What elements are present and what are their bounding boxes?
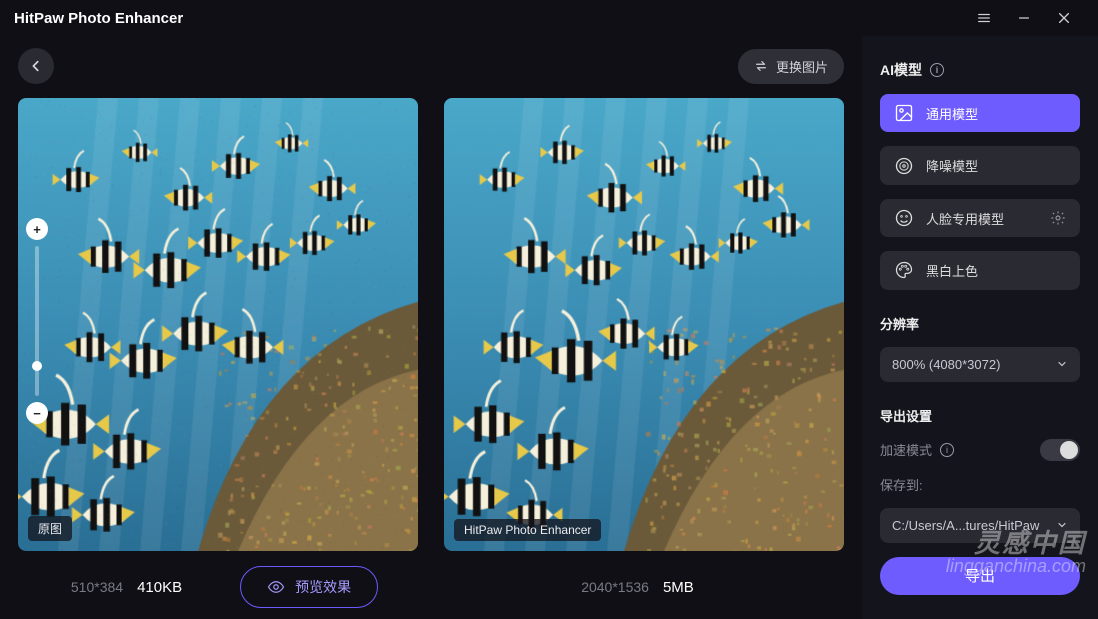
orig-size: 410KB [137,579,182,596]
model-colorize[interactable]: 黑白上色 [880,251,1080,289]
model-face[interactable]: 人脸专用模型 [880,199,1080,237]
save-to-label: 保存到: [880,475,923,494]
zoom-slider[interactable] [35,246,39,396]
resolution-label: 分辨率 [880,314,1080,333]
swap-image-label: 更换图片 [776,57,828,76]
model-denoise[interactable]: 降噪模型 [880,146,1080,184]
preview-button[interactable]: 预览效果 [240,566,378,608]
accel-label: 加速模式 [880,440,932,459]
model-label: 人脸专用模型 [926,209,1004,228]
export-button-label: 导出 [965,565,995,586]
original-label: 原图 [28,516,72,541]
app-title: HitPaw Photo Enhancer [14,10,183,27]
model-label: 黑白上色 [926,261,978,280]
model-general[interactable]: 通用模型 [880,94,1080,132]
chevron-down-icon [1056,358,1068,370]
accel-toggle[interactable] [1040,439,1080,461]
sidebar: AI模型 i 通用模型 降噪模型 人脸专用模型 黑白上色 分辨率 800% (4… [862,36,1098,619]
zoom-out-button[interactable]: − [26,402,48,424]
menu-icon[interactable] [964,4,1004,32]
save-path-dropdown[interactable]: C:/Users/A...tures/HitPaw [880,508,1080,543]
export-settings-label: 导出设置 [880,406,1080,425]
zoom-in-button[interactable]: + [26,218,48,240]
original-pane[interactable]: + − 原图 [18,98,418,551]
close-icon[interactable] [1044,4,1084,32]
back-button[interactable] [18,48,54,84]
zoom-thumb[interactable] [32,361,42,371]
model-label: 通用模型 [926,104,978,123]
info-icon[interactable]: i [940,443,954,457]
export-button[interactable]: 导出 [880,557,1080,595]
enhanced-pane[interactable]: HitPaw Photo Enhancer [444,98,844,551]
preview-label: 预览效果 [295,577,351,597]
save-path-value: C:/Users/A...tures/HitPaw [892,518,1039,533]
resolution-value: 800% (4080*3072) [892,357,1000,372]
swap-image-button[interactable]: 更换图片 [738,49,844,84]
footer: 510*384 410KB 预览效果 2040*1536 5MB [18,551,844,609]
resolution-dropdown[interactable]: 800% (4080*3072) [880,347,1080,382]
enh-dims: 2040*1536 [581,579,649,595]
chevron-down-icon [1056,519,1068,531]
zoom-control: + − [26,218,48,424]
model-label: 降噪模型 [926,156,978,175]
enh-size: 5MB [663,579,694,596]
gear-icon[interactable] [1050,210,1066,226]
ai-model-title: AI模型 i [880,60,1080,80]
enhanced-label: HitPaw Photo Enhancer [454,519,601,541]
orig-dims: 510*384 [71,579,123,595]
main-area: 更换图片 + − 原图 HitPaw Photo Enhancer [0,36,862,619]
info-icon[interactable]: i [930,63,944,77]
titlebar: HitPaw Photo Enhancer [0,0,1098,36]
minimize-icon[interactable] [1004,4,1044,32]
